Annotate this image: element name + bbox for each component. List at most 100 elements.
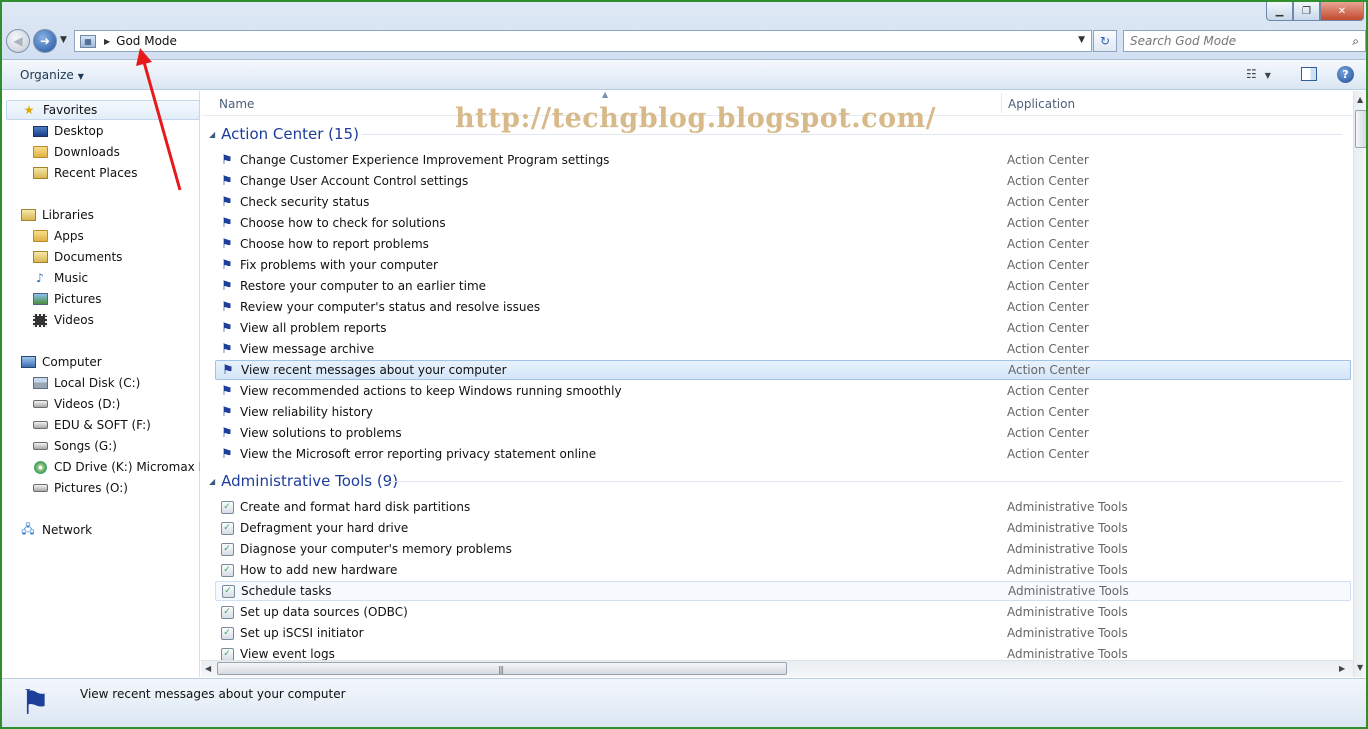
admin-tool-icon: ✓ bbox=[220, 542, 234, 556]
list-item[interactable]: ✓ How to add new hardware Administrative T… bbox=[215, 560, 1351, 580]
nav-item-local-disk-c[interactable]: Local Disk (C:) bbox=[32, 373, 200, 393]
scroll-down-icon[interactable]: ▼ bbox=[1357, 663, 1363, 672]
nav-item-cd-drive-k[interactable]: CD Drive (K:) Micromax Mo bbox=[32, 457, 200, 477]
list-item[interactable]: ⚑ Restore your computer to an earlier tim… bbox=[215, 276, 1351, 296]
list-item-hovered[interactable]: ✓ Schedule tasks Administrative Tools bbox=[215, 581, 1351, 601]
list-item-selected[interactable]: ⚑ View recent messages about your compute… bbox=[215, 360, 1351, 380]
back-button[interactable]: ◀ bbox=[6, 29, 30, 53]
list-item[interactable]: ✓ Diagnose your computer's memory problem… bbox=[215, 539, 1351, 559]
item-application: Administrative Tools bbox=[1007, 542, 1128, 556]
close-button[interactable]: ✕ bbox=[1320, 2, 1364, 21]
list-item[interactable]: ✓ Create and format hard disk partitions A… bbox=[215, 497, 1351, 517]
minimize-icon: ▁ bbox=[1275, 5, 1284, 17]
breadcrumb-god-mode[interactable]: God Mode bbox=[116, 34, 177, 48]
list-item[interactable]: ⚑ Change User Account Control settings Act… bbox=[215, 171, 1351, 191]
list-item[interactable]: ✓ Defragment your hard drive Administrativ… bbox=[215, 518, 1351, 538]
forward-button[interactable]: ➜ bbox=[33, 29, 57, 53]
list-item[interactable]: ✓ Set up data sources (ODBC) Administrativ… bbox=[215, 602, 1351, 622]
flag-icon: ⚑ bbox=[221, 299, 233, 315]
list-item[interactable]: ⚑ View solutions to problems Action Center bbox=[215, 423, 1351, 443]
vertical-scrollbar[interactable]: ▲ ▼ bbox=[1353, 91, 1366, 677]
list-item[interactable]: ⚑ View recommended actions to keep Window… bbox=[215, 381, 1351, 401]
nav-item-desktop[interactable]: Desktop bbox=[32, 121, 200, 141]
list-item[interactable]: ⚑ View reliability history Action Center bbox=[215, 402, 1351, 422]
nav-item-downloads[interactable]: Downloads bbox=[32, 142, 200, 162]
search-input[interactable] bbox=[1130, 34, 1340, 48]
flag-icon: ⚑ bbox=[221, 383, 233, 399]
collapse-triangle-icon[interactable]: ◢ bbox=[209, 130, 215, 139]
item-name: Change Customer Experience Improvement P… bbox=[240, 153, 610, 167]
horizontal-scrollbar[interactable]: ◀ ||| ▶ bbox=[201, 660, 1353, 677]
list-item[interactable]: ⚑ Fix problems with your computer Action C… bbox=[215, 255, 1351, 275]
recent-places-icon bbox=[32, 167, 48, 179]
vertical-scroll-thumb[interactable] bbox=[1355, 110, 1366, 148]
maximize-button[interactable]: ❐ bbox=[1293, 2, 1320, 21]
navigation-pane: ★ Favorites Desktop Downloads Recent Plac… bbox=[2, 91, 200, 677]
search-box[interactable]: ⌕ bbox=[1123, 30, 1366, 52]
chevron-down-icon: ▼ bbox=[1264, 71, 1271, 80]
nav-item-apps[interactable]: Apps bbox=[32, 226, 200, 246]
flag-icon: ⚑ bbox=[221, 215, 233, 231]
item-name: Set up iSCSI initiator bbox=[240, 626, 364, 640]
group-header-administrative-tools[interactable]: ◢ Administrative Tools (9) bbox=[209, 470, 1343, 492]
nav-network[interactable]: 🖧 Network bbox=[20, 520, 92, 540]
nav-computer[interactable]: Computer bbox=[20, 352, 102, 372]
list-item[interactable]: ✓ Set up iSCSI initiator Administrative To… bbox=[215, 623, 1351, 643]
horizontal-scroll-thumb[interactable]: ||| bbox=[217, 662, 787, 675]
list-item[interactable]: ⚑ Choose how to report problems Action Cen… bbox=[215, 234, 1351, 254]
nav-item-edu-soft-f[interactable]: EDU & SOFT (F:) bbox=[32, 415, 200, 435]
item-name: How to add new hardware bbox=[240, 563, 398, 577]
refresh-button[interactable]: ↻ bbox=[1093, 30, 1117, 52]
recent-pages-dropdown[interactable]: ▼ bbox=[60, 35, 67, 45]
list-item[interactable]: ⚑ View the Microsoft error reporting priv… bbox=[215, 444, 1351, 464]
nav-item-videos-d[interactable]: Videos (D:) bbox=[32, 394, 200, 414]
flag-icon: ⚑ bbox=[20, 683, 51, 723]
nav-item-pictures[interactable]: Pictures bbox=[32, 289, 200, 309]
nav-item-recent-places[interactable]: Recent Places bbox=[32, 163, 200, 183]
nav-label: Downloads bbox=[54, 145, 120, 159]
nav-label: EDU & SOFT (F:) bbox=[54, 418, 151, 432]
column-header-application[interactable]: Application bbox=[1008, 97, 1075, 111]
nav-item-pictures-o[interactable]: Pictures (O:) bbox=[32, 478, 200, 498]
item-name: View all problem reports bbox=[240, 321, 387, 335]
preview-pane-button[interactable] bbox=[1301, 67, 1317, 81]
nav-item-documents[interactable]: Documents bbox=[32, 247, 200, 267]
list-item[interactable]: ⚑ Check security status Action Center bbox=[215, 192, 1351, 212]
item-name: View recommended actions to keep Windows… bbox=[240, 384, 622, 398]
group-header-action-center[interactable]: ◢ Action Center (15) bbox=[209, 123, 1343, 145]
search-icon[interactable]: ⌕ bbox=[1352, 34, 1359, 49]
nav-item-music[interactable]: ♪ Music bbox=[32, 268, 200, 288]
organize-button[interactable]: Organize ▼ bbox=[20, 68, 84, 82]
scroll-left-icon[interactable]: ◀ bbox=[205, 664, 211, 673]
help-button[interactable]: ? bbox=[1337, 66, 1354, 83]
change-view-button[interactable]: ☷ ▼ bbox=[1246, 67, 1271, 81]
breadcrumb-separator-icon[interactable]: ▶ bbox=[104, 37, 110, 46]
address-bar[interactable]: ▦ ▶ God Mode ▼ bbox=[74, 30, 1092, 52]
address-history-dropdown[interactable]: ▼ bbox=[1078, 35, 1085, 45]
star-icon: ★ bbox=[23, 103, 35, 117]
list-item[interactable]: ⚑ Choose how to check for solutions Action… bbox=[215, 213, 1351, 233]
list-item[interactable]: ⚑ View all problem reports Action Center bbox=[215, 318, 1351, 338]
file-list: ▲ Name Application http://techgblog.blog… bbox=[201, 91, 1353, 677]
refresh-icon: ↻ bbox=[1099, 34, 1111, 48]
scroll-up-icon[interactable]: ▲ bbox=[1357, 95, 1363, 104]
command-bar: Organize ▼ ☷ ▼ ? bbox=[2, 60, 1366, 90]
collapse-triangle-icon[interactable]: ◢ bbox=[209, 477, 215, 486]
nav-favorites[interactable]: ★ Favorites bbox=[6, 100, 200, 120]
nav-item-songs-g[interactable]: Songs (G:) bbox=[32, 436, 200, 456]
computer-icon bbox=[20, 356, 36, 368]
chevron-down-icon: ▼ bbox=[60, 35, 67, 45]
column-divider[interactable] bbox=[1001, 93, 1002, 113]
list-item[interactable]: ⚑ Change Customer Experience Improvement … bbox=[215, 150, 1351, 170]
flag-icon: ⚑ bbox=[221, 152, 233, 168]
item-application: Administrative Tools bbox=[1008, 584, 1129, 598]
list-item[interactable]: ⚑ Review your computer's status and resol… bbox=[215, 297, 1351, 317]
nav-item-videos[interactable]: Videos bbox=[32, 310, 200, 330]
item-name: View solutions to problems bbox=[240, 426, 402, 440]
scroll-right-icon[interactable]: ▶ bbox=[1339, 664, 1345, 673]
minimize-button[interactable]: ▁ bbox=[1266, 2, 1293, 21]
column-header-name[interactable]: Name bbox=[219, 97, 254, 111]
list-item[interactable]: ⚑ View message archive Action Center bbox=[215, 339, 1351, 359]
group-divider bbox=[362, 134, 1342, 135]
nav-libraries[interactable]: Libraries bbox=[20, 205, 94, 225]
